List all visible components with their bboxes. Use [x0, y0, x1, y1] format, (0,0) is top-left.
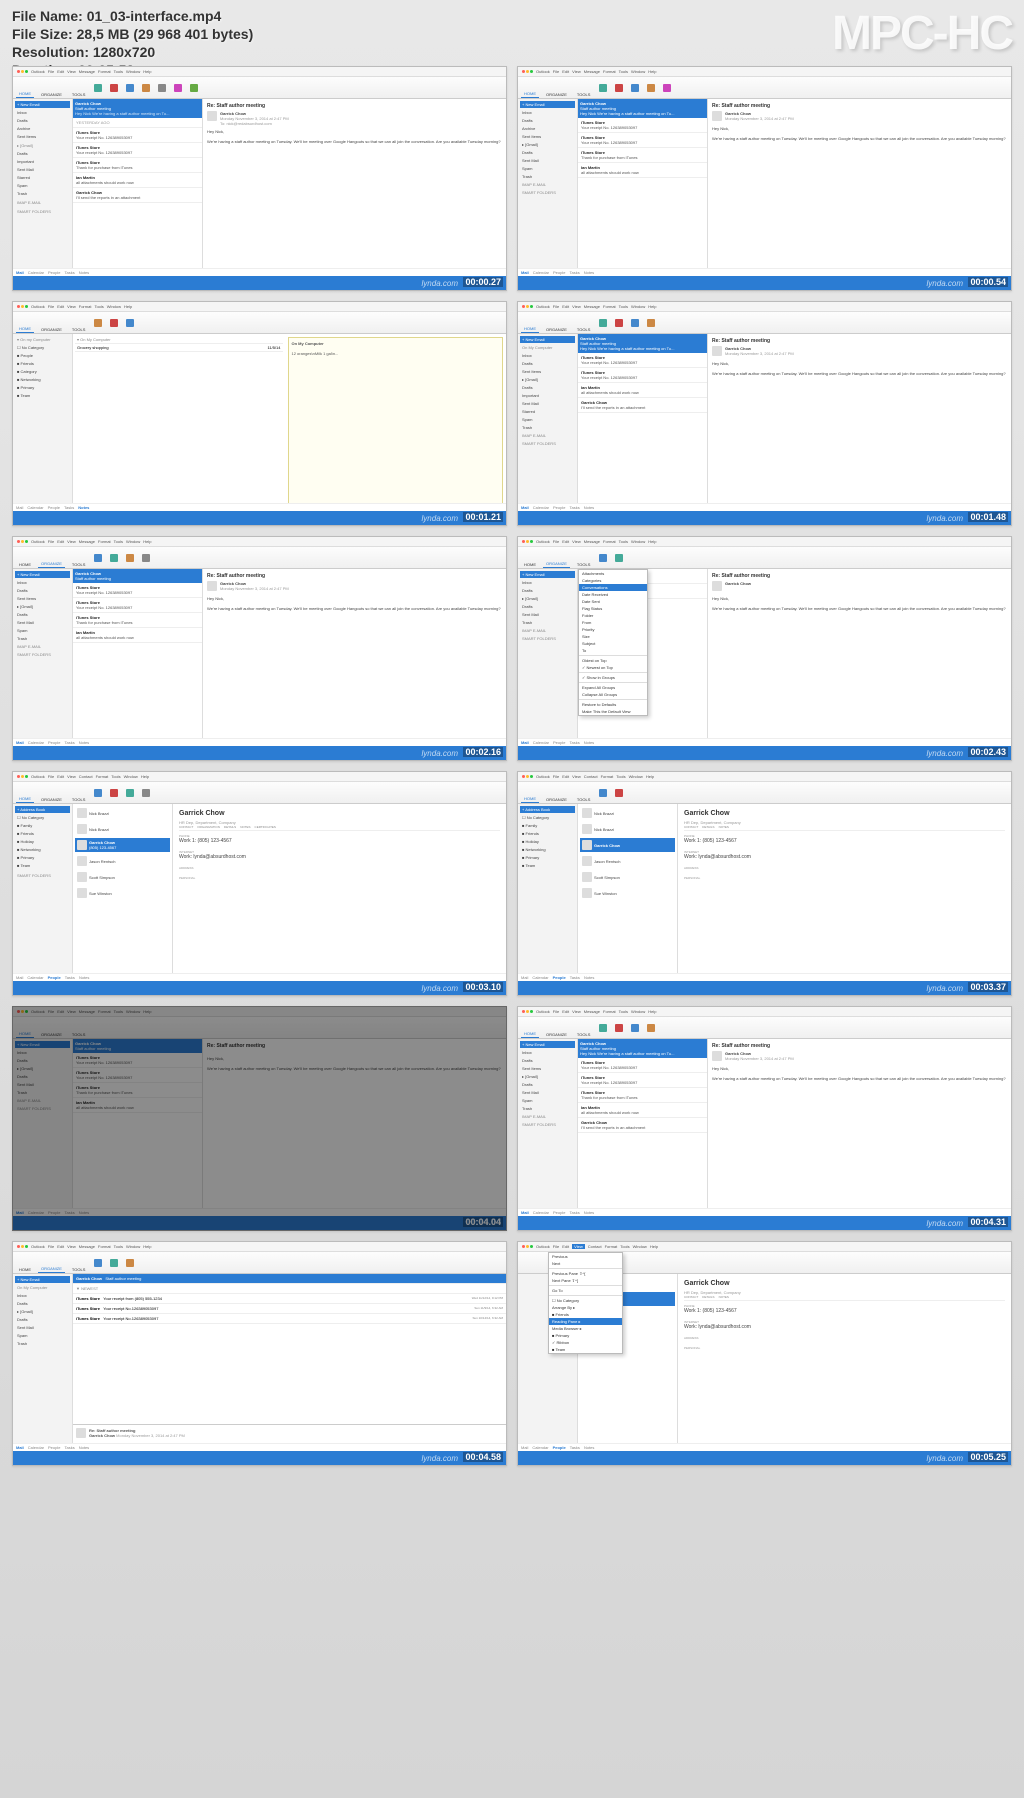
ribbon: HOMEORGANIZETOOLS [13, 77, 506, 99]
thumbnail-1[interactable]: OutlookFileEditViewMessageFormatToolsWin… [12, 66, 507, 291]
timestamp: 00:00.27 [463, 277, 503, 287]
thumbnail-5[interactable]: OutlookFileEditViewMessageFormatToolsWin… [12, 536, 507, 761]
thumbnail-9[interactable]: OutlookFileEditViewMessageFormatToolsWin… [12, 1006, 507, 1231]
thumbnail-10[interactable]: OutlookFileEditViewMessageFormatToolsWin… [517, 1006, 1012, 1231]
thumbnail-7[interactable]: OutlookFileEditViewContactFormatToolsWin… [12, 771, 507, 996]
note-editor[interactable]: On My Computer12 oranges\nMilk 1 gal\n..… [288, 337, 504, 508]
mpc-hc-logo: MPC-HC [832, 6, 1012, 61]
thumbnail-2[interactable]: OutlookFileEditViewMessageFormatToolsWin… [517, 66, 1012, 291]
notes-sidebar[interactable]: ▾ On my Computer☐ No Category■ People■ F… [13, 334, 73, 511]
thumbnail-11[interactable]: OutlookFileEditViewMessageFormatToolsWin… [12, 1241, 507, 1466]
folder-sidebar[interactable]: + New EmailInboxDraftsArchiveSent Items▸… [13, 99, 73, 276]
thumbnail-12[interactable]: OutlookFileEditViewContactFormatToolsWin… [517, 1241, 1012, 1466]
thumbnail-4[interactable]: OutlookFileEditViewMessageFormatToolsWin… [517, 301, 1012, 526]
contact-list[interactable]: Nick BrazziNick BrazziGarrick Chow(805) … [73, 804, 173, 981]
thumbnail-grid: OutlookFileEditViewMessageFormatToolsWin… [12, 66, 1012, 1466]
grouped-message-list[interactable]: Garrick Chow Staff author meeting ▼ NEWE… [73, 1274, 506, 1424]
arrange-by-menu[interactable]: AttachmentsCategoriesConversationsDate R… [578, 569, 648, 716]
thumbnail-6[interactable]: OutlookFileEditViewMessageFormatToolsWin… [517, 536, 1012, 761]
people-sidebar[interactable]: + Address Book☐ No Category■ Family■ Fri… [13, 804, 73, 981]
reading-pane: Re: Staff author meetingGarrick ChowMond… [203, 99, 506, 276]
menubar: OutlookFileEditViewMessageFormatToolsWin… [13, 67, 506, 77]
contact-card: Garrick ChowHR Dep, Department, CompanyC… [173, 804, 506, 981]
message-list[interactable]: Garrick ChowStaff author meetingHey Nick… [73, 99, 203, 276]
thumbnail-8[interactable]: OutlookFileEditViewContactFormatToolsWin… [517, 771, 1012, 996]
view-menu[interactable]: PreviousNextPrevious Pane ⇧^[Next Pane ⇧… [548, 1252, 623, 1354]
nav-tabs[interactable]: MailCalendarPeopleTasksNotes [13, 268, 506, 276]
notes-list[interactable]: ▾ On My ComputerGrocery shopping11/5/14 [73, 334, 285, 511]
thumbnail-3[interactable]: OutlookFileEditViewFormatToolsWindowHelp… [12, 301, 507, 526]
